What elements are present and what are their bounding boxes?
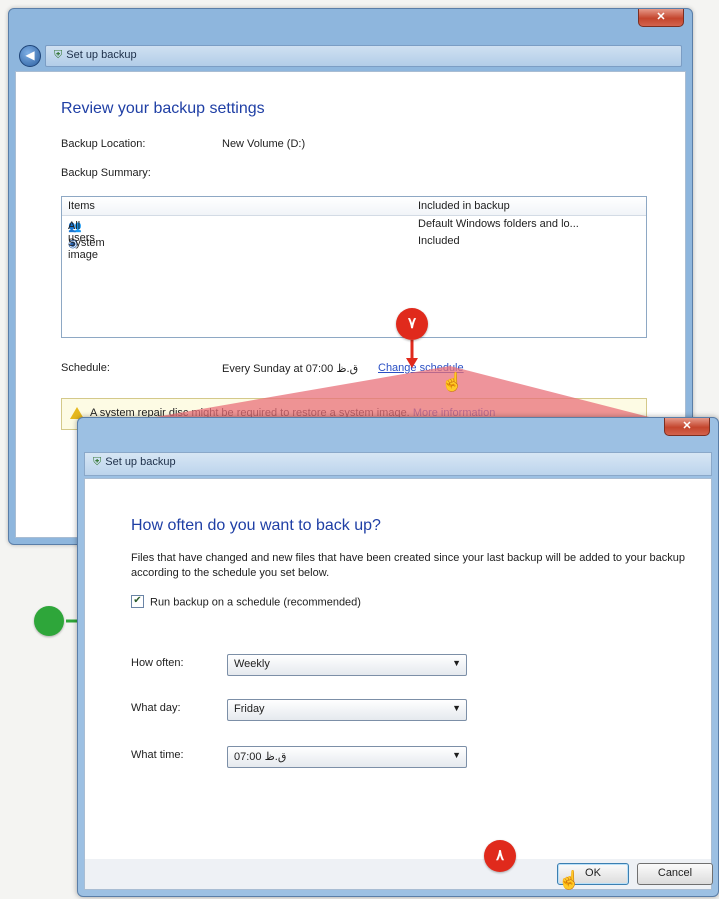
dialog-content: How often do you want to back up? Files … — [84, 478, 712, 860]
run-on-schedule-row[interactable]: ✔ Run backup on a schedule (recommended) — [131, 595, 361, 609]
step-check-marker — [34, 606, 64, 636]
dialog-breadcrumb-bar: ⛨ Set up backup — [84, 452, 712, 476]
back-arrow-icon[interactable]: ◀ — [19, 45, 41, 67]
what-day-dropdown[interactable]: Friday ▼ — [227, 699, 467, 721]
dialog-title: How often do you want to back up? — [131, 517, 381, 534]
how-often-dropdown[interactable]: Weekly ▼ — [227, 654, 467, 676]
breadcrumb: ⛨ Set up backup — [54, 49, 137, 62]
column-header-items[interactable]: Items — [68, 200, 95, 212]
how-often-value: Weekly — [234, 658, 270, 670]
schedule-dialog: ✕ ⛨ Set up backup How often do you want t… — [77, 417, 719, 897]
column-header-included[interactable]: Included in backup — [418, 200, 510, 212]
what-time-value: 07:00 ق.ظ — [234, 751, 287, 763]
navigation-bar: ◀ ⛨ Set up backup — [15, 43, 686, 67]
how-often-label: How often: — [131, 657, 184, 669]
step-7-marker: ۷ — [396, 308, 428, 340]
window-titlebar: ✕ — [9, 9, 692, 37]
item-included: Included — [418, 235, 460, 247]
breadcrumb-label: Set up backup — [66, 49, 137, 61]
hand-cursor-icon: ☝ — [558, 870, 581, 890]
run-on-schedule-checkbox[interactable]: ✔ — [131, 595, 144, 608]
address-bar[interactable]: ⛨ Set up backup — [45, 45, 682, 67]
close-button[interactable]: ✕ — [638, 9, 684, 27]
item-included: Default Windows folders and lo... — [418, 218, 579, 230]
run-on-schedule-label[interactable]: Run backup on a schedule (recommended) — [150, 596, 361, 608]
cancel-button[interactable]: Cancel — [637, 863, 713, 885]
dialog-breadcrumb-label: Set up backup — [105, 456, 176, 468]
what-day-label: What day: — [131, 702, 181, 714]
schedule-value: Every Sunday at 07:00 ق.ظ — [222, 363, 359, 375]
what-time-dropdown[interactable]: 07:00 ق.ظ ▼ — [227, 746, 467, 768]
table-header: Items Included in backup — [62, 197, 646, 216]
backup-location-value: New Volume (D:) — [222, 138, 306, 150]
items-table: Items Included in backup 👥 All users Defa… — [61, 196, 647, 338]
what-time-label: What time: — [131, 749, 184, 761]
dialog-footer: OK Cancel — [84, 859, 713, 890]
item-name: System image — [68, 237, 105, 261]
dropdown-arrow-icon: ▼ — [452, 658, 461, 668]
schedule-label: Schedule: — [61, 362, 110, 374]
dialog-close-button[interactable]: ✕ — [664, 418, 710, 436]
dialog-titlebar: ✕ — [78, 418, 718, 448]
table-row[interactable]: 👥 All users Default Windows folders and l… — [62, 216, 646, 244]
backup-summary-label: Backup Summary: — [61, 167, 151, 179]
dialog-breadcrumb: ⛨ Set up backup — [93, 456, 176, 469]
page-title: Review your backup settings — [61, 100, 265, 117]
hand-cursor-icon: ☝ — [441, 372, 464, 392]
what-day-value: Friday — [234, 703, 265, 715]
backup-app-icon: ⛨ — [54, 49, 63, 61]
backup-app-icon: ⛨ — [93, 456, 102, 468]
dialog-description: Files that have changed and new files th… — [131, 552, 686, 579]
backup-location-label: Backup Location: — [61, 138, 146, 150]
dropdown-arrow-icon: ▼ — [452, 750, 461, 760]
step-8-marker: ۸ — [484, 840, 516, 872]
dropdown-arrow-icon: ▼ — [452, 703, 461, 713]
table-row[interactable]: ◉ System image Included — [62, 233, 646, 261]
